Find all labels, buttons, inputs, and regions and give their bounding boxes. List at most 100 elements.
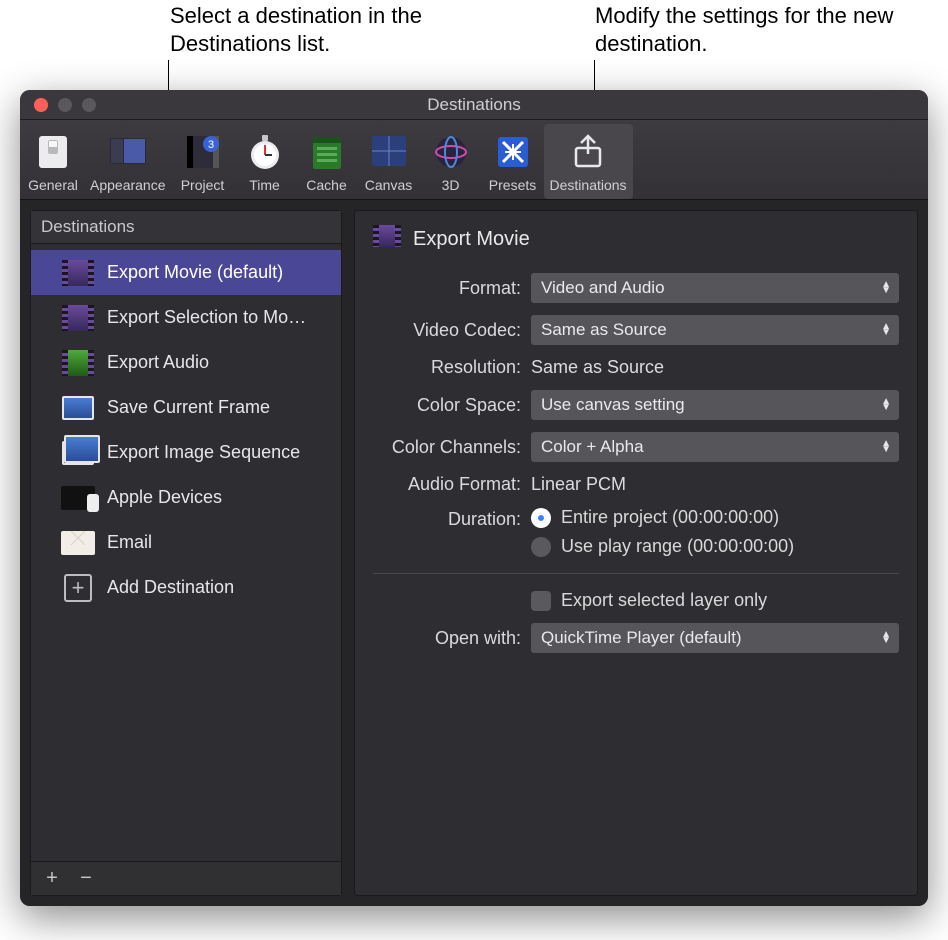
label-format: Format: <box>373 278 521 299</box>
label-duration: Duration: <box>373 507 521 530</box>
label-resolution: Resolution: <box>373 357 521 378</box>
color-channels-select[interactable]: Color + Alpha ▲▼ <box>531 432 899 462</box>
tab-presets[interactable]: Presets <box>482 124 544 199</box>
select-value: Same as Source <box>541 320 667 340</box>
destination-save-frame[interactable]: Save Current Frame <box>31 385 341 430</box>
window-title: Destinations <box>20 95 928 115</box>
content-area: Destinations Export Movie (default) Expo… <box>20 200 928 906</box>
sidebar-header: Destinations <box>31 211 341 244</box>
video-codec-select[interactable]: Same as Source ▲▼ <box>531 315 899 345</box>
annotation-callouts: Select a destination in the Destinations… <box>0 0 948 92</box>
tab-appearance[interactable]: Appearance <box>84 124 172 199</box>
destination-export-movie[interactable]: Export Movie (default) <box>31 250 341 295</box>
updown-icon: ▲▼ <box>881 282 891 294</box>
tab-project[interactable]: 3 Project <box>172 124 234 199</box>
panel-title-row: Export Movie <box>373 225 899 253</box>
radio-label: Entire project (00:00:00:00) <box>561 507 779 528</box>
appearance-icon <box>105 130 151 174</box>
tab-3d[interactable]: 3D <box>420 124 482 199</box>
callout-left: Select a destination in the Destinations… <box>170 2 510 57</box>
label-video-codec: Video Codec: <box>373 320 521 341</box>
export-selected-layer-checkbox[interactable]: Export selected layer only <box>531 590 899 611</box>
duration-play-range-radio[interactable]: Use play range (00:00:00:00) <box>531 536 899 557</box>
tab-time[interactable]: Time <box>234 124 296 199</box>
destination-label: Email <box>107 532 152 553</box>
audio-format-value: Linear PCM <box>531 474 899 495</box>
tab-label: Time <box>249 177 280 193</box>
label-open-with: Open with: <box>373 628 521 649</box>
frame-sequence-icon <box>61 439 95 467</box>
tab-label: Presets <box>489 177 536 193</box>
updown-icon: ▲▼ <box>881 632 891 644</box>
remove-destination-button[interactable]: − <box>73 866 99 892</box>
duration-entire-radio[interactable]: Entire project (00:00:00:00) <box>531 507 899 528</box>
tab-label: 3D <box>442 177 460 193</box>
checkbox-label: Export selected layer only <box>561 590 767 611</box>
destination-export-audio[interactable]: Export Audio <box>31 340 341 385</box>
select-value: Color + Alpha <box>541 437 644 457</box>
svg-text:3: 3 <box>207 139 213 151</box>
preferences-toolbar: General Appearance 3 Project Time Cache <box>20 120 928 200</box>
label-color-space: Color Space: <box>373 395 521 416</box>
destination-label: Export Movie (default) <box>107 262 283 283</box>
radio-label: Use play range (00:00:00:00) <box>561 536 794 557</box>
plus-square-icon: + <box>61 574 95 602</box>
destination-image-sequence[interactable]: Export Image Sequence <box>31 430 341 475</box>
film-icon <box>61 259 95 287</box>
frame-icon <box>61 394 95 422</box>
destinations-sidebar: Destinations Export Movie (default) Expo… <box>30 210 342 896</box>
3d-icon <box>428 130 474 174</box>
destination-settings-panel: Export Movie Format: Video and Audio ▲▼ … <box>354 210 918 896</box>
film-green-icon <box>61 349 95 377</box>
select-value: Use canvas setting <box>541 395 685 415</box>
tab-label: Cache <box>306 177 346 193</box>
label-color-channels: Color Channels: <box>373 437 521 458</box>
destination-label: Export Audio <box>107 352 209 373</box>
destination-export-selection[interactable]: Export Selection to Mo… <box>31 295 341 340</box>
updown-icon: ▲▼ <box>881 399 891 411</box>
share-icon <box>565 130 611 174</box>
radio-off-icon <box>531 537 551 557</box>
format-select[interactable]: Video and Audio ▲▼ <box>531 273 899 303</box>
stopwatch-icon <box>242 130 288 174</box>
preferences-window: Destinations General Appearance 3 Projec… <box>20 90 928 906</box>
devices-icon <box>61 484 95 512</box>
checkbox-box-icon <box>531 591 551 611</box>
tab-general[interactable]: General <box>22 124 84 199</box>
film-icon <box>61 304 95 332</box>
updown-icon: ▲▼ <box>881 441 891 453</box>
sidebar-footer: + − <box>31 861 341 895</box>
tab-canvas[interactable]: Canvas <box>358 124 420 199</box>
tab-label: Appearance <box>90 177 166 193</box>
tab-label: Canvas <box>365 177 412 193</box>
destinations-list: Export Movie (default) Export Selection … <box>31 244 341 861</box>
cache-icon <box>304 130 350 174</box>
destination-apple-devices[interactable]: Apple Devices <box>31 475 341 520</box>
updown-icon: ▲▼ <box>881 324 891 336</box>
duration-radiogroup: Entire project (00:00:00:00) Use play ra… <box>531 507 899 557</box>
add-destination-button[interactable]: + <box>39 866 65 892</box>
destination-label: Apple Devices <box>107 487 222 508</box>
tab-label: Project <box>181 177 225 193</box>
switch-icon <box>30 130 76 174</box>
tab-cache[interactable]: Cache <box>296 124 358 199</box>
settings-form: Format: Video and Audio ▲▼ Video Codec: … <box>373 273 899 653</box>
panel-title: Export Movie <box>413 228 530 251</box>
tab-label: General <box>28 177 78 193</box>
destination-email[interactable]: Email <box>31 520 341 565</box>
label-audio-format: Audio Format: <box>373 474 521 495</box>
open-with-select[interactable]: QuickTime Player (default) ▲▼ <box>531 623 899 653</box>
envelope-icon <box>61 529 95 557</box>
color-space-select[interactable]: Use canvas setting ▲▼ <box>531 390 899 420</box>
destination-add[interactable]: + Add Destination <box>31 565 341 610</box>
project-icon: 3 <box>180 130 226 174</box>
destination-label: Export Selection to Mo… <box>107 307 306 328</box>
tab-destinations[interactable]: Destinations <box>544 124 633 199</box>
titlebar: Destinations <box>20 90 928 120</box>
select-value: Video and Audio <box>541 278 665 298</box>
presets-icon <box>490 130 536 174</box>
film-icon <box>373 225 401 253</box>
callout-right: Modify the settings for the new destinat… <box>595 2 945 57</box>
resolution-value: Same as Source <box>531 357 899 378</box>
tab-label: Destinations <box>550 177 627 193</box>
